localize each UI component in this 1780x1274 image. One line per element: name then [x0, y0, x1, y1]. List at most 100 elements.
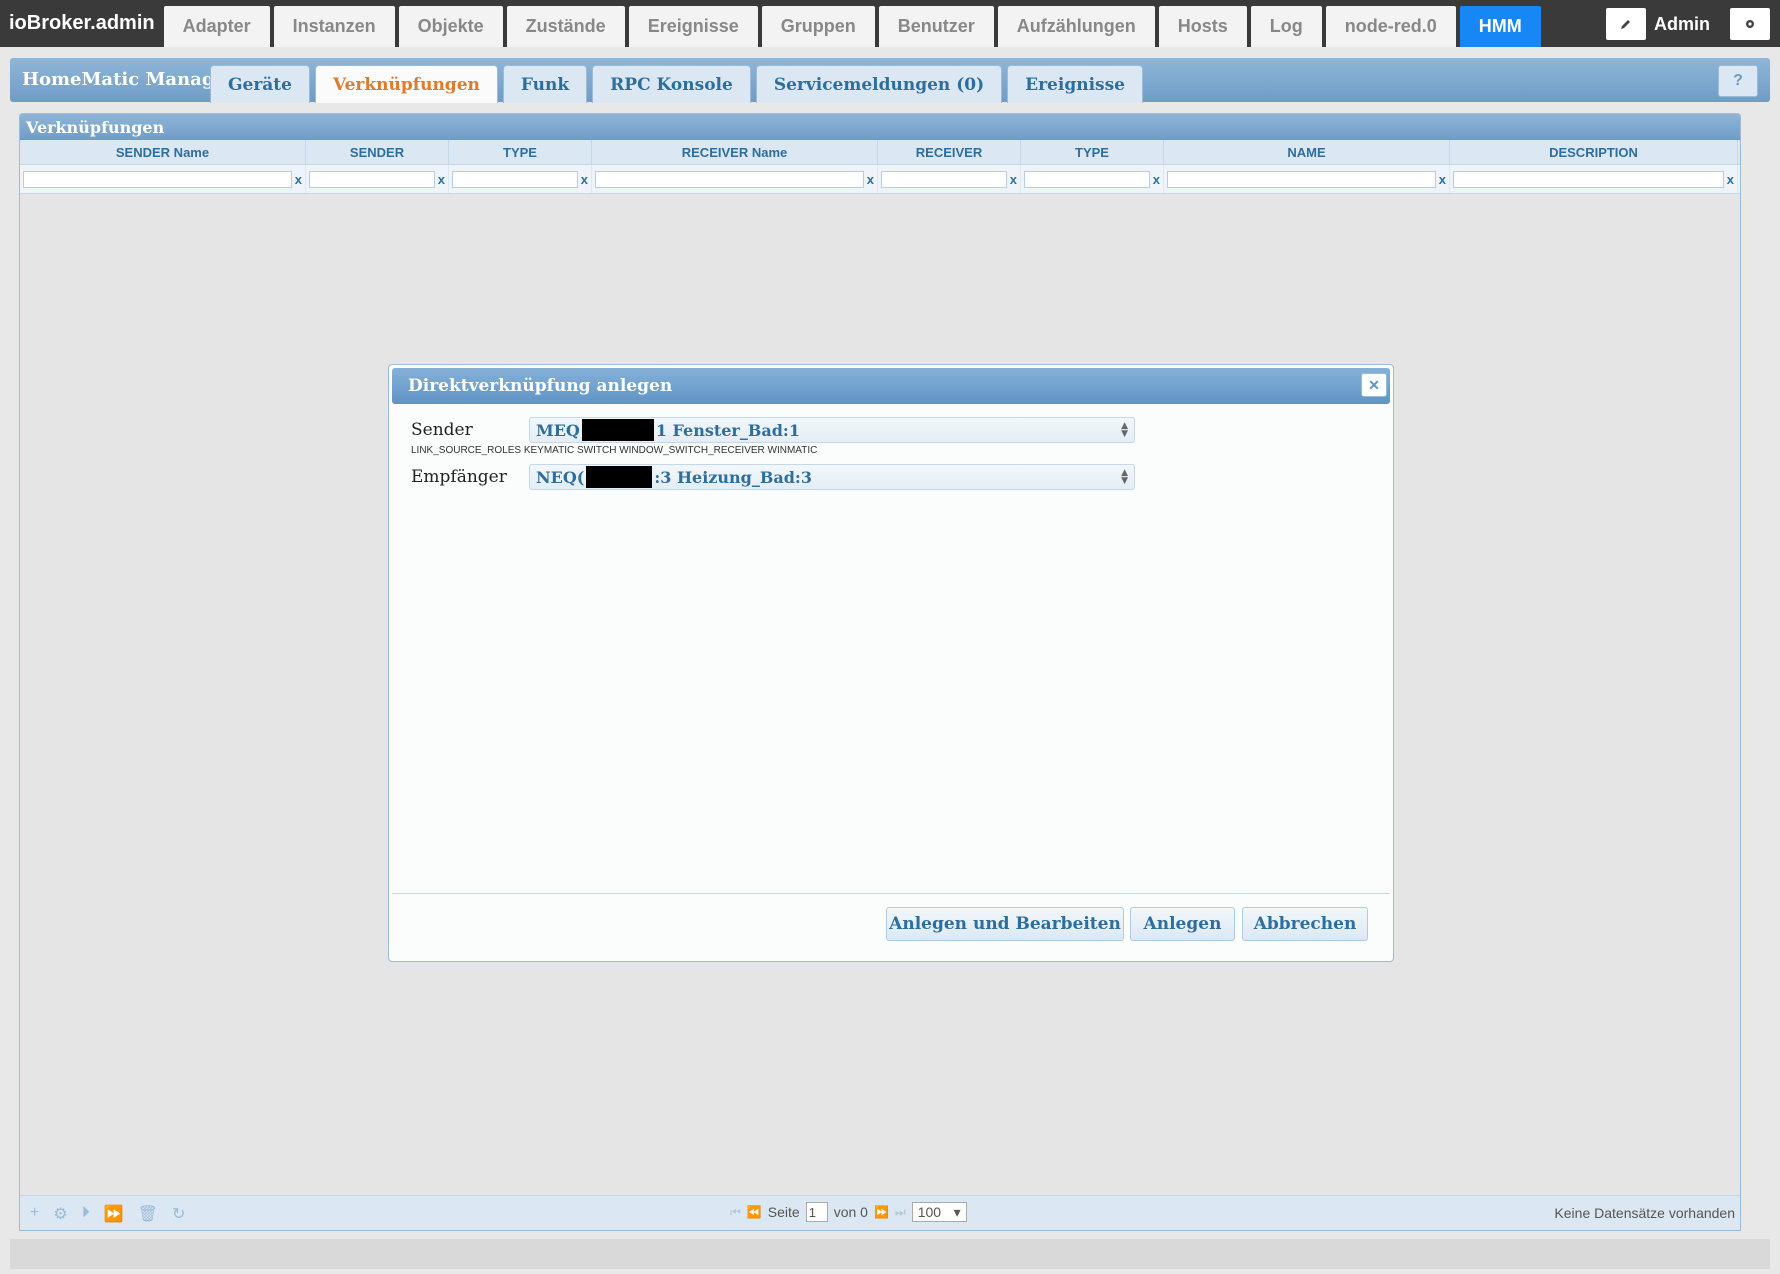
- filter-cell: x: [1450, 165, 1738, 193]
- clear-filter-button[interactable]: x: [581, 172, 588, 187]
- last-page-icon[interactable]: ⏭: [895, 1205, 906, 1220]
- create-link-dialog: Direktverknüpfung anlegen ✕ Sender MEQ 1…: [388, 364, 1394, 962]
- filter-input-type[interactable]: [452, 170, 578, 188]
- nav-tab-aufzaehlungen[interactable]: Aufzählungen: [997, 5, 1155, 47]
- nav-tab-ereignisse[interactable]: Ereignisse: [628, 5, 758, 47]
- filter-input-sender[interactable]: [309, 170, 435, 188]
- column-header-type[interactable]: TYPE: [449, 140, 592, 164]
- rows-per-page-value: 100: [917, 1204, 942, 1220]
- gear-icon[interactable]: [1730, 8, 1770, 40]
- tab-ereignisse[interactable]: Ereignisse: [1007, 65, 1143, 103]
- page-input[interactable]: 1: [805, 1202, 828, 1222]
- tab-rpc-konsole[interactable]: RPC Konsole: [592, 65, 751, 103]
- clear-filter-button[interactable]: x: [1010, 172, 1017, 187]
- gear-icon[interactable]: ⚙: [53, 1204, 67, 1224]
- tab-servicemeldungen[interactable]: Servicemeldungen (0): [755, 65, 1003, 103]
- column-header-name[interactable]: NAME: [1164, 140, 1450, 164]
- page-label: Seite: [767, 1204, 800, 1220]
- prev-page-icon[interactable]: ⏪: [747, 1205, 762, 1219]
- filter-cell: x: [449, 165, 592, 193]
- column-header-description[interactable]: DESCRIPTION: [1450, 140, 1738, 164]
- filter-input-description[interactable]: [1453, 170, 1724, 188]
- sender-select[interactable]: MEQ 1 Fenster_Bad:1 ▲ ▼: [529, 417, 1135, 443]
- nav-tab-hmm[interactable]: HMM: [1459, 5, 1541, 47]
- pager-navigation: ⏮ ⏪ Seite 1 von 0 ⏩ ⏭ 100 ▾: [730, 1202, 967, 1222]
- pager-actions: + ⚙ ⏵ ⏩ 🗑 ↻: [30, 1204, 185, 1224]
- clear-filter-button[interactable]: x: [295, 172, 302, 187]
- nav-tab-hosts[interactable]: Hosts: [1158, 5, 1247, 47]
- top-navbar: ioBroker.admin Adapter Instanzen Objekte…: [0, 0, 1780, 47]
- grid-pager: + ⚙ ⏵ ⏩ 🗑 ↻ ⏮ ⏪ Seite 1 von 0 ⏩ ⏭ 100 ▾ K…: [20, 1195, 1740, 1230]
- user-controls: Admin: [1606, 8, 1770, 40]
- help-button[interactable]: ?: [1718, 65, 1758, 97]
- filter-cell: x: [592, 165, 878, 193]
- receiver-select[interactable]: NEQ( :3 Heizung_Bad:3 ▲ ▼: [529, 464, 1135, 490]
- column-header-sender-name[interactable]: SENDER Name: [20, 140, 306, 164]
- chevron-down-icon: ▾: [953, 1203, 961, 1220]
- column-header-receiver-name[interactable]: RECEIVER Name: [592, 140, 878, 164]
- first-page-icon[interactable]: ⏮: [730, 1205, 741, 1220]
- filter-cell: x: [878, 165, 1021, 193]
- play-icon[interactable]: ⏵: [82, 1204, 90, 1224]
- filter-cell: x: [1164, 165, 1450, 193]
- grid-column-headers: SENDER Name SENDER TYPE RECEIVER Name RE…: [20, 140, 1740, 165]
- add-icon[interactable]: +: [30, 1204, 39, 1224]
- clear-filter-button[interactable]: x: [1153, 172, 1160, 187]
- filter-input-name[interactable]: [1167, 170, 1436, 188]
- nav-tab-node-red[interactable]: node-red.0: [1325, 5, 1456, 47]
- clear-filter-button[interactable]: x: [1727, 172, 1734, 187]
- trash-icon[interactable]: 🗑: [138, 1204, 158, 1224]
- next-page-icon[interactable]: ⏩: [874, 1205, 889, 1219]
- filter-input-sender-name[interactable]: [23, 170, 292, 188]
- receiver-row: Empfänger NEQ( :3 Heizung_Bad:3 ▲ ▼: [411, 464, 1135, 490]
- create-button[interactable]: Anlegen: [1130, 907, 1235, 941]
- nav-tab-gruppen[interactable]: Gruppen: [761, 5, 875, 47]
- footer-strip: [10, 1239, 1770, 1269]
- dialog-separator: [392, 893, 1390, 894]
- sender-label: Sender: [411, 420, 473, 440]
- tab-funk[interactable]: Funk: [502, 65, 588, 103]
- redaction-box: [586, 466, 653, 488]
- link-source-roles: LINK_SOURCE_ROLES KEYMATIC SWITCH WINDOW…: [411, 445, 818, 456]
- user-label: Admin: [1654, 13, 1710, 34]
- column-header-type[interactable]: TYPE: [1021, 140, 1164, 164]
- filter-input-type[interactable]: [1024, 170, 1150, 188]
- filter-input-receiver[interactable]: [881, 170, 1007, 188]
- dialog-titlebar: Direktverknüpfung anlegen: [392, 368, 1390, 404]
- hmm-header: HomeMatic Manager Geräte Verknüpfungen F…: [10, 58, 1770, 103]
- tab-verknuepfungen[interactable]: Verknüpfungen: [314, 65, 498, 103]
- page-count-label: von 0: [833, 1204, 868, 1220]
- dialog-title: Direktverknüpfung anlegen: [408, 376, 673, 396]
- redaction-box: [581, 419, 654, 441]
- grid-caption: Verknüpfungen: [20, 114, 1740, 140]
- rows-per-page-select[interactable]: 100 ▾: [911, 1202, 967, 1222]
- nav-tab-adapter[interactable]: Adapter: [163, 5, 270, 47]
- nav-tab-zustaende[interactable]: Zustände: [506, 5, 625, 47]
- filter-input-receiver-name[interactable]: [595, 170, 864, 188]
- close-icon[interactable]: ✕: [1361, 373, 1387, 397]
- pencil-icon[interactable]: [1606, 8, 1646, 40]
- select-arrows-icon: ▲ ▼: [1121, 421, 1128, 439]
- clear-filter-button[interactable]: x: [438, 172, 445, 187]
- sender-suffix: 1 Fenster_Bad:1: [655, 420, 800, 440]
- pager-status: Keine Datensätze vorhanden: [1554, 1205, 1735, 1221]
- receiver-label: Empfänger: [411, 467, 507, 487]
- app-brand: ioBroker.admin: [9, 12, 155, 34]
- nav-tab-objekte[interactable]: Objekte: [398, 5, 503, 47]
- sender-row: Sender MEQ 1 Fenster_Bad:1 ▲ ▼: [411, 417, 1135, 443]
- nav-tab-instanzen[interactable]: Instanzen: [273, 5, 395, 47]
- create-and-edit-button[interactable]: Anlegen und Bearbeiten: [886, 907, 1124, 941]
- refresh-icon[interactable]: ↻: [172, 1204, 185, 1224]
- clear-filter-button[interactable]: x: [1439, 172, 1446, 187]
- nav-tab-log[interactable]: Log: [1250, 5, 1322, 47]
- column-header-sender[interactable]: SENDER: [306, 140, 449, 164]
- fast-forward-icon[interactable]: ⏩: [104, 1204, 124, 1224]
- cancel-button[interactable]: Abbrechen: [1242, 907, 1368, 941]
- hmm-tabs: Geräte Verknüpfungen Funk RPC Konsole Se…: [210, 65, 1148, 103]
- column-header-receiver[interactable]: RECEIVER: [878, 140, 1021, 164]
- clear-filter-button[interactable]: x: [867, 172, 874, 187]
- select-arrows-icon: ▲ ▼: [1121, 468, 1128, 486]
- grid-filter-row: x x x x x x x x: [20, 165, 1740, 194]
- tab-geraete[interactable]: Geräte: [210, 65, 310, 103]
- nav-tab-benutzer[interactable]: Benutzer: [878, 5, 994, 47]
